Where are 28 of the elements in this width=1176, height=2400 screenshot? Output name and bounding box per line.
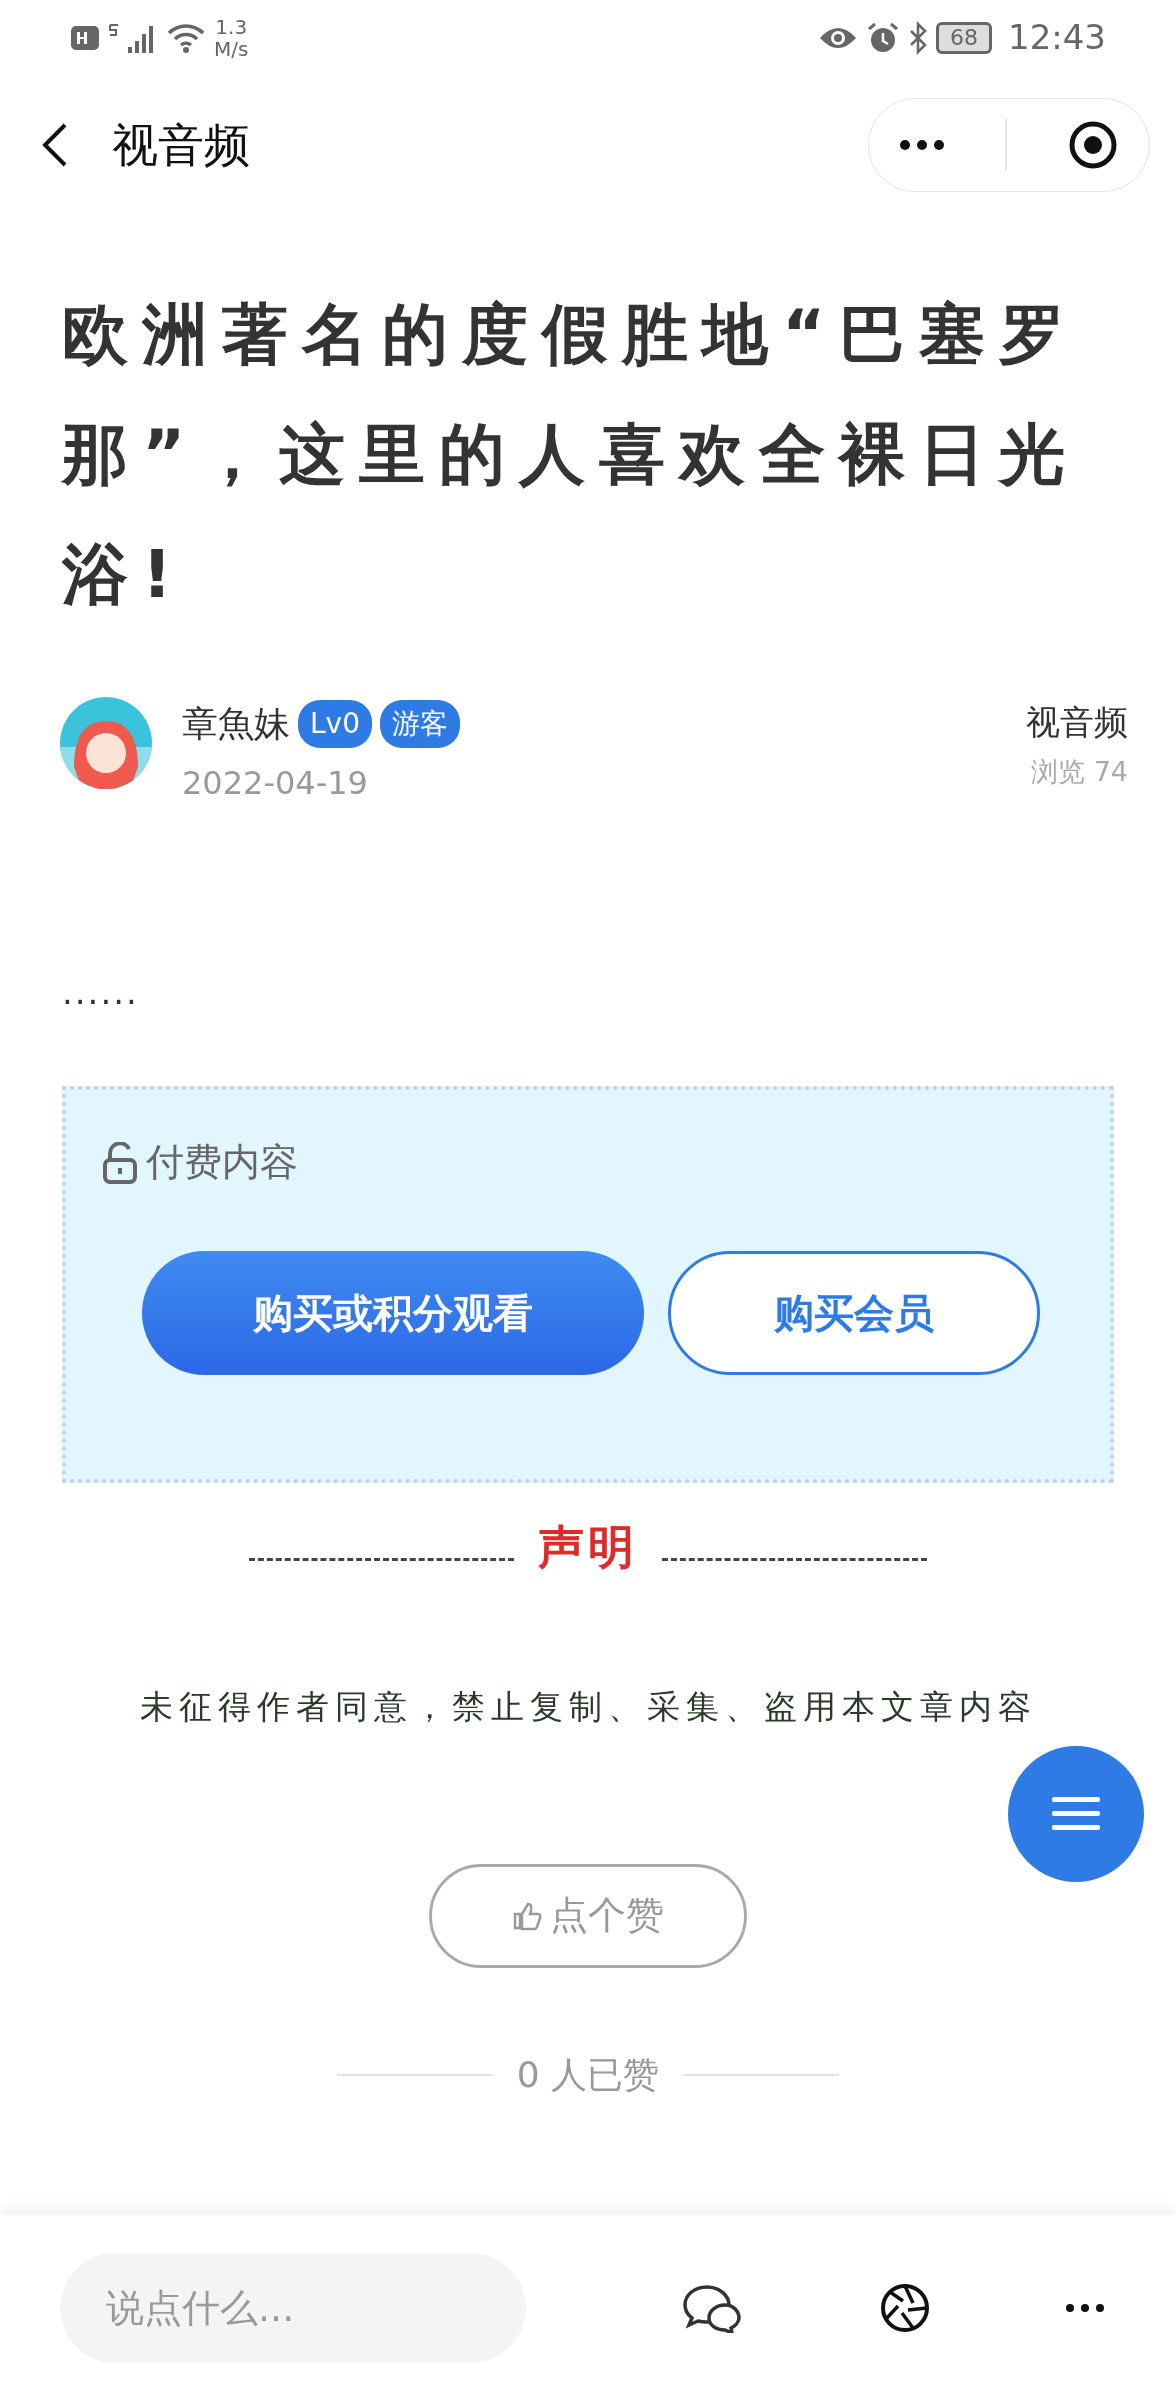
aperture-icon[interactable] (880, 2282, 930, 2333)
bluetooth-icon (908, 20, 928, 55)
author-badge: 游客 (380, 700, 460, 748)
paid-content-label: 付费内容 (146, 1139, 298, 1186)
notice-text: 未征得作者同意，禁止复制、采集、盗用本文章内容 (138, 1686, 1038, 1728)
view-count: 浏览 74 (1031, 755, 1128, 789)
article-excerpt: ...... (61, 971, 140, 1014)
post-date: 2022-04-19 (182, 763, 369, 804)
unlock-icon (102, 1141, 138, 1184)
menu-icon (1052, 1795, 1100, 1833)
membership-button[interactable]: 购买会员 (668, 1251, 1040, 1375)
alarm-icon (866, 20, 900, 55)
page-title: 视音频 (112, 116, 250, 174)
like-button[interactable]: 点个赞 (429, 1863, 747, 1968)
notice-heading: 声明 (538, 1519, 638, 1576)
battery-level: 68 (936, 21, 992, 54)
more-icon[interactable] (899, 139, 944, 151)
author-name: 章魚妹 (182, 702, 290, 746)
buy-button[interactable]: 购买或积分观看 (142, 1251, 644, 1375)
category-label: 视音频 (1026, 701, 1128, 744)
more-icon[interactable] (1065, 2302, 1105, 2313)
like-count: 0 人已赞 (516, 2052, 660, 2097)
article-title: 欧洲著名的度假胜地“巴塞罗那”，这里的人喜欢全裸日光浴! (60, 295, 1081, 615)
network-speed: 1.3 M/s (214, 15, 249, 60)
author-badge: Lv0 (298, 700, 372, 748)
clock-time: 12:43 (1008, 16, 1106, 59)
thumbs-up-icon (512, 1900, 542, 1931)
comment-field[interactable]: 说点什么... (60, 2252, 526, 2363)
